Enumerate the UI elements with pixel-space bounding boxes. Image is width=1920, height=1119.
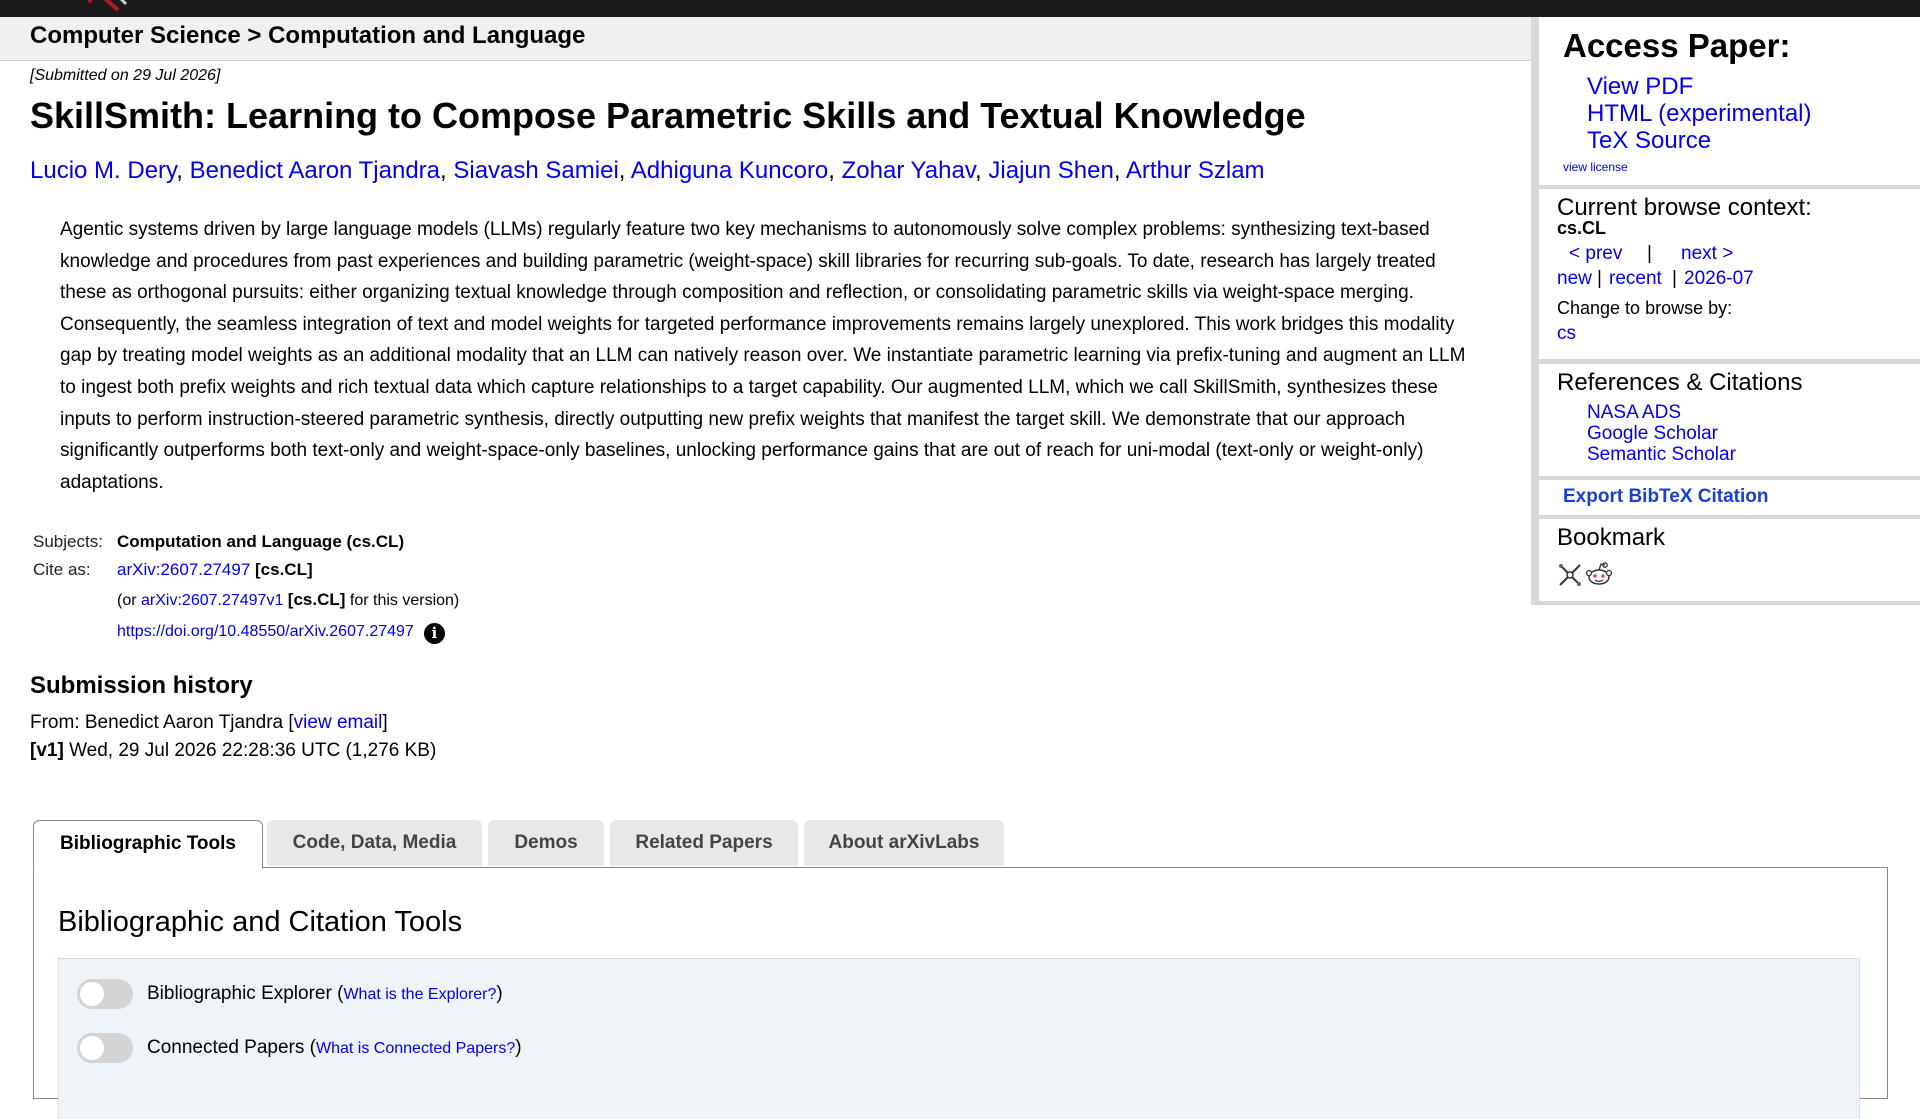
sidebar: Access Paper: View PDF HTML (experimenta… <box>1531 17 1920 605</box>
author-list: Lucio M. Dery, Benedict Aaron Tjandra, S… <box>30 157 1265 184</box>
export-box: Export BibTeX Citation <box>1539 480 1920 515</box>
view-license-link[interactable]: view license <box>1563 160 1628 174</box>
author-link[interactable]: Benedict Aaron Tjandra <box>190 157 440 184</box>
cite-category: [cs.CL] <box>255 560 313 579</box>
date-link[interactable]: 2026-07 <box>1684 268 1754 290</box>
google-scholar-link[interactable]: Google Scholar <box>1587 423 1718 445</box>
author-link[interactable]: Zohar Yahav <box>842 157 975 184</box>
bookmark-box: Bookmark <box>1539 519 1920 601</box>
submission-from-suffix: ] <box>382 712 388 733</box>
doi-link[interactable]: https://doi.org/10.48550/arXiv.2607.2749… <box>117 623 414 640</box>
view-pdf-link[interactable]: View PDF <box>1587 73 1693 101</box>
cs-link[interactable]: cs <box>1557 323 1576 345</box>
connected-papers-help-link[interactable]: What is Connected Papers? <box>316 1040 515 1057</box>
browse-context-box: Current browse context: cs.CL < prev | n… <box>1539 189 1920 359</box>
access-paper-box: Access Paper: View PDF HTML (experimenta… <box>1539 17 1920 185</box>
tab-demos[interactable]: Demos <box>488 820 604 866</box>
semantic-scholar-link[interactable]: Semantic Scholar <box>1587 444 1736 466</box>
version-suffix: for this version) <box>349 592 460 609</box>
author-link[interactable]: Jiajun Shen <box>988 157 1113 184</box>
or-prefix: (or <box>117 592 137 609</box>
version-tag: [v1] <box>30 740 64 761</box>
new-link[interactable]: new <box>1557 268 1592 290</box>
bookmark-heading: Bookmark <box>1557 524 1666 551</box>
version-line: Wed, 29 Jul 2026 22:28:36 UTC (1,276 KB) <box>69 740 437 761</box>
tool-label: Bibliographic Explorer <box>147 983 332 1005</box>
references-box: References & Citations NASA ADS Google S… <box>1539 364 1920 476</box>
cite-label: Cite as: <box>33 560 91 579</box>
references-heading: References & Citations <box>1557 369 1803 396</box>
author-link[interactable]: Adhiguna Kuncoro <box>631 157 828 184</box>
breadcrumb-bar: Computer Science > Computation and Langu… <box>0 17 1534 61</box>
breadcrumb: Computer Science > Computation and Langu… <box>30 22 586 49</box>
recent-link[interactable]: recent <box>1609 268 1662 290</box>
info-icon[interactable]: i <box>423 623 445 644</box>
browse-context-value: cs.CL <box>1557 218 1607 238</box>
nasa-ads-link[interactable]: NASA ADS <box>1587 402 1681 424</box>
version-category: [cs.CL] <box>287 590 346 609</box>
top-bar <box>0 0 1920 17</box>
version-id-link[interactable]: arXiv:2607.27497v1 <box>141 592 283 609</box>
export-bibtex-link[interactable]: Export BibTeX Citation <box>1563 486 1768 508</box>
author-link[interactable]: Arthur Szlam <box>1126 157 1265 184</box>
nav-separator: | <box>1647 243 1652 264</box>
connected-papers-toggle[interactable] <box>77 1033 133 1063</box>
change-browse-label: Change to browse by: <box>1557 298 1733 318</box>
nav-separator: | <box>1672 268 1677 289</box>
abstract: Agentic systems driven by large language… <box>60 219 1466 493</box>
submitted-date: [Submitted on 29 Jul 2026] <box>30 67 221 84</box>
view-email-link[interactable]: view email <box>294 712 383 733</box>
access-paper-heading: Access Paper: <box>1563 27 1791 64</box>
tex-source-link[interactable]: TeX Source <box>1587 127 1711 155</box>
subjects-value: Computation and Language (cs.CL) <box>117 532 405 551</box>
reddit-icon[interactable] <box>1585 560 1613 588</box>
next-link[interactable]: next > <box>1681 243 1733 265</box>
bibsonomy-icon[interactable] <box>1557 562 1583 588</box>
panel-heading: Bibliographic and Citation Tools <box>58 906 463 938</box>
html-link[interactable]: HTML (experimental) <box>1587 100 1812 128</box>
nav-separator: | <box>1597 268 1602 289</box>
tab-about-arxivlabs[interactable]: About arXivLabs <box>804 820 1004 866</box>
tab-bibliographic-tools[interactable]: Bibliographic Tools <box>33 820 263 869</box>
tool-row: Bibliographic Explorer (What is the Expl… <box>77 979 503 1009</box>
arxiv-logo-icon[interactable] <box>82 0 130 12</box>
author-link[interactable]: Lucio M. Dery <box>30 157 176 184</box>
submission-history-heading: Submission history <box>30 672 253 699</box>
tab-panel: Bibliographic and Citation Tools Bibliog… <box>33 867 1888 1119</box>
explorer-toggle[interactable] <box>77 979 133 1009</box>
tool-label: Connected Papers <box>147 1037 305 1059</box>
tab-code-data-media[interactable]: Code, Data, Media <box>267 820 482 866</box>
subjects-label: Subjects: <box>33 532 103 551</box>
prev-link[interactable]: < prev <box>1569 243 1622 265</box>
page-title: SkillSmith: Learning to Compose Parametr… <box>30 95 1306 136</box>
author-link[interactable]: Siavash Samiei <box>453 157 618 184</box>
tools-list: Bibliographic Explorer (What is the Expl… <box>58 958 1860 1119</box>
tab-related-papers[interactable]: Related Papers <box>610 820 798 866</box>
tool-row: Connected Papers (What is Connected Pape… <box>77 1033 522 1063</box>
explorer-help-link[interactable]: What is the Explorer? <box>343 986 496 1003</box>
submission-from: From: Benedict Aaron Tjandra [ <box>30 712 294 733</box>
cite-id-link[interactable]: arXiv:2607.27497 <box>117 560 250 579</box>
